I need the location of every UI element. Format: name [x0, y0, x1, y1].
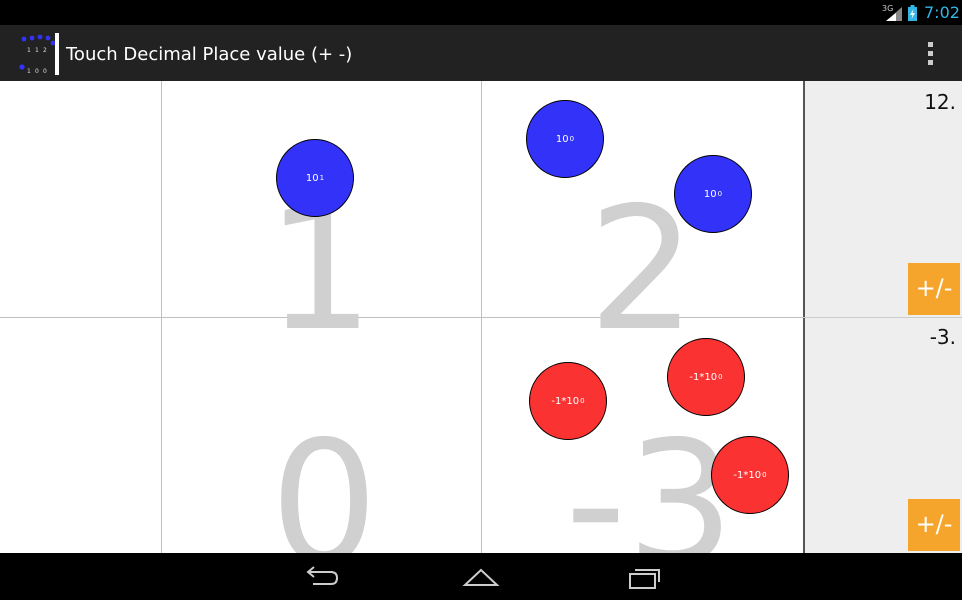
signal-icon [886, 7, 902, 21]
chip-exponent: 0 [718, 373, 723, 381]
status-clock: 7:02 [924, 3, 960, 22]
app-icon-digit: 2 [43, 47, 47, 54]
positive-tens-chip[interactable]: 10 1 [276, 139, 354, 217]
row1-sign-toggle-button[interactable]: +/- [908, 263, 960, 315]
place-value-board: 1 2 0 -3 10 1 10 0 10 0 -1*10 0 -1*10 0 -1*10… [0, 81, 962, 589]
chip-exponent: 1 [319, 174, 325, 182]
row1-total: 12. [924, 90, 956, 114]
chip-label: -1*10 [551, 395, 580, 407]
home-icon[interactable] [456, 560, 506, 594]
app-icon-digit: 0 [43, 68, 47, 75]
app-title: Touch Decimal Place value (+ -) [66, 44, 353, 65]
positive-ones-chip[interactable]: 10 0 [674, 155, 752, 233]
app-icon-digit: 1 [35, 47, 39, 54]
chip-exponent: 0 [762, 471, 767, 479]
app-icon-digit: 0 [35, 68, 39, 75]
row2-sign-toggle-button[interactable]: +/- [908, 499, 960, 551]
chip-exponent: 0 [580, 397, 585, 405]
recent-apps-icon[interactable] [620, 560, 670, 594]
app-icon-digit: 1 [27, 47, 31, 54]
positive-ones-chip[interactable]: 10 0 [526, 100, 604, 178]
chip-label: 10 [305, 172, 319, 184]
back-icon[interactable] [295, 560, 345, 594]
status-bar [0, 0, 962, 25]
chip-label: -1*10 [689, 371, 718, 383]
negative-ones-chip[interactable]: -1*10 0 [711, 436, 789, 514]
negative-ones-chip[interactable]: -1*10 0 [667, 338, 745, 416]
place-value-counters-icon[interactable]: 1 1 2 1 0 0 [17, 33, 61, 75]
chip-exponent: 0 [717, 190, 723, 198]
chip-label: 10 [703, 188, 717, 200]
app-icon-digit: 1 [27, 68, 31, 75]
chip-label: -1*10 [733, 469, 762, 481]
chip-exponent: 0 [569, 135, 575, 143]
totals-row-divider [803, 317, 962, 318]
row2-total: -3. [929, 325, 956, 349]
negative-ones-chip[interactable]: -1*10 0 [529, 362, 607, 440]
overflow-menu-icon[interactable] [920, 40, 940, 68]
battery-charging-icon [908, 5, 917, 21]
chip-label: 10 [555, 133, 569, 145]
